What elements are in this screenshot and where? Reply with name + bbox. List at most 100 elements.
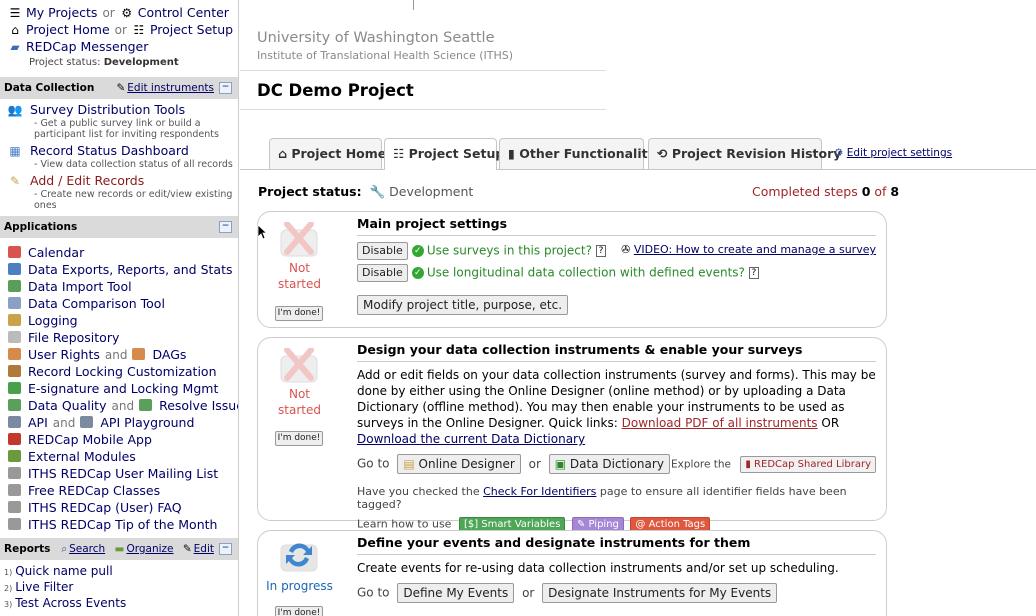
- chat-icon: ▰: [10, 40, 20, 54]
- collapse-data-collection-button[interactable]: −: [219, 82, 232, 94]
- app-icon: [8, 484, 21, 496]
- app-icon: [8, 263, 21, 275]
- sidebar-app-item[interactable]: File Repository: [8, 329, 238, 346]
- messenger-link[interactable]: REDCap Messenger: [26, 39, 148, 54]
- sidebar-app-item[interactable]: REDCap Mobile App: [8, 431, 238, 448]
- download-pdf-link[interactable]: Download PDF of all instruments: [622, 416, 818, 430]
- sidebar-app-item[interactable]: API and API Playground: [8, 414, 238, 431]
- im-done-button[interactable]: I'm done!: [275, 431, 323, 446]
- define-my-events-button[interactable]: Define My Events: [397, 583, 515, 603]
- reports-search-link[interactable]: Search: [69, 543, 105, 555]
- app-icon: [8, 331, 21, 343]
- data-collection-header: Data Collection ✎ Edit instruments −: [0, 77, 238, 99]
- report-item[interactable]: 1) Quick name pull: [4, 564, 238, 580]
- reports-edit-link[interactable]: Edit: [194, 543, 214, 555]
- collapse-applications-button[interactable]: −: [219, 221, 232, 233]
- app-icon: [8, 416, 21, 428]
- wrench-icon: 🔧: [369, 184, 386, 199]
- tab-other-functionality[interactable]: ▮ Other Functionality: [499, 138, 656, 169]
- designate-instruments-button[interactable]: Designate Instruments for My Events: [542, 583, 778, 603]
- applications-header: Applications −: [0, 216, 238, 238]
- institute-name: Institute of Translational Health Scienc…: [257, 49, 514, 62]
- download-dictionary-link[interactable]: Download the current Data Dictionary: [357, 432, 585, 446]
- collapse-reports-button[interactable]: −: [219, 543, 232, 555]
- app-icon: [8, 297, 21, 309]
- im-done-button[interactable]: I'm done!: [275, 306, 323, 321]
- book-icon: ▮: [508, 146, 515, 161]
- logo-area: [257, 0, 607, 10]
- sidebar-app-item[interactable]: Data Comparison Tool: [8, 295, 238, 312]
- sidebar-app-item[interactable]: ITHS REDCap Tip of the Month: [8, 516, 238, 533]
- sidebar-app-item[interactable]: Logging: [8, 312, 238, 329]
- shared-library-button[interactable]: ▮ REDCap Shared Library: [740, 456, 876, 473]
- designer-icon: ▤: [403, 457, 415, 471]
- data-dictionary-button[interactable]: ▣ Data Dictionary: [548, 454, 670, 474]
- check-identifiers-link[interactable]: Check For Identifiers: [483, 485, 596, 498]
- report-item[interactable]: 2) Live Filter: [4, 580, 238, 596]
- step-card-main-settings: Not started I'm done! Main project setti…: [257, 211, 887, 328]
- reports-list: 1) Quick name pull 2) Live Filter 3) Test A…: [0, 560, 238, 612]
- not-started-icon: [280, 348, 318, 383]
- tab-project-revision-history[interactable]: ⟲ Project Revision History: [648, 138, 841, 169]
- app-icon: [8, 382, 21, 394]
- library-icon: ▮: [745, 459, 751, 470]
- sidebar-nav: ☰ My Projects or ⚙ Control Center ⌂ Project H…: [0, 0, 238, 71]
- edit-project-settings[interactable]: ⚙ Edit project settings: [834, 147, 952, 159]
- sidebar-app-item[interactable]: Free REDCap Classes: [8, 482, 238, 499]
- project-home-link[interactable]: Project Home: [26, 22, 110, 37]
- edit-records-icon: ✎: [9, 174, 21, 188]
- app-icon: [8, 365, 21, 377]
- edit-instruments-link[interactable]: Edit instruments: [127, 82, 214, 94]
- disable-surveys-button[interactable]: Disable: [357, 242, 408, 260]
- step-card-design-instruments: Not started I'm done! Design your data c…: [257, 337, 887, 532]
- sidebar-app-item[interactable]: E-signature and Locking Mgmt: [8, 380, 238, 397]
- card-title: Define your events and designate instrum…: [357, 531, 876, 555]
- disable-longitudinal-button[interactable]: Disable: [357, 264, 408, 282]
- home-icon: ⌂: [278, 146, 287, 161]
- main-content: University of Washington Seattle Institu…: [240, 0, 1036, 616]
- card-title: Design your data collection instruments …: [357, 338, 876, 362]
- project-status: Project status: 🔧 Development: [258, 184, 474, 199]
- im-done-button[interactable]: I'm done!: [275, 606, 323, 616]
- search-icon: ⌕: [61, 543, 68, 555]
- institution-name: University of Washington Seattle: [257, 30, 495, 46]
- sidebar-item-survey-distribution[interactable]: 👥 Survey Distribution Tools - Get a publi…: [0, 99, 238, 140]
- sidebar-app-item[interactable]: User Rights and DAGs: [8, 346, 238, 363]
- tab-project-setup[interactable]: ☷ Project Setup: [384, 138, 504, 170]
- my-projects-link[interactable]: My Projects: [26, 5, 97, 20]
- not-started-icon: [280, 222, 318, 257]
- project-setup-link[interactable]: Project Setup: [150, 22, 233, 37]
- app-icon: [8, 399, 21, 411]
- sidebar-app-item[interactable]: Data Import Tool: [8, 278, 238, 295]
- sidebar-item-add-edit-records[interactable]: ✎ Add / Edit Records - Create new records…: [0, 170, 238, 211]
- sidebar-item-record-status-dashboard[interactable]: ▦ Record Status Dashboard - View data col…: [0, 140, 238, 170]
- help-icon[interactable]: ?: [748, 267, 759, 279]
- sidebar-app-item[interactable]: Data Exports, Reports, and Stats: [8, 261, 238, 278]
- applications-list: Calendar Data Exports, Reports, and Stats…: [0, 238, 238, 533]
- check-icon: ✓: [411, 245, 424, 257]
- tab-project-home[interactable]: ⌂ Project Home: [269, 138, 386, 169]
- sidebar-app-item[interactable]: ITHS REDCap User Mailing List: [8, 465, 238, 482]
- online-designer-button[interactable]: ▤ Online Designer: [397, 454, 521, 474]
- sidebar-app-item[interactable]: Data QualityandResolve Issues: [8, 397, 238, 414]
- video-link[interactable]: VIDEO: How to create and manage a survey: [634, 243, 876, 256]
- mouse-cursor-icon: [257, 224, 267, 240]
- app-icon: [80, 416, 94, 428]
- folder-icon: ▬: [114, 543, 125, 555]
- app-icon: [8, 314, 21, 326]
- sidebar-app-item[interactable]: ITHS REDCap (User) FAQ: [8, 499, 238, 516]
- card-description: Add or edit fields on your data collecti…: [357, 368, 876, 446]
- app-icon: [8, 518, 21, 530]
- help-icon[interactable]: ?: [595, 245, 606, 257]
- checklist-icon: ☷: [133, 23, 145, 37]
- gear-icon: ⚙: [121, 6, 133, 20]
- sidebar-app-item[interactable]: Record Locking Customization: [8, 363, 238, 380]
- modify-project-title-button[interactable]: Modify project title, purpose, etc.: [357, 295, 569, 315]
- control-center-link[interactable]: Control Center: [138, 5, 229, 20]
- card-title: Main project settings: [357, 212, 876, 236]
- sidebar-app-item[interactable]: External Modules: [8, 448, 238, 465]
- report-item[interactable]: 3) Test Across Events: [4, 596, 238, 612]
- app-icon: [139, 399, 153, 411]
- reports-organize-link[interactable]: Organize: [126, 543, 173, 555]
- sidebar-app-item[interactable]: Calendar: [8, 244, 238, 261]
